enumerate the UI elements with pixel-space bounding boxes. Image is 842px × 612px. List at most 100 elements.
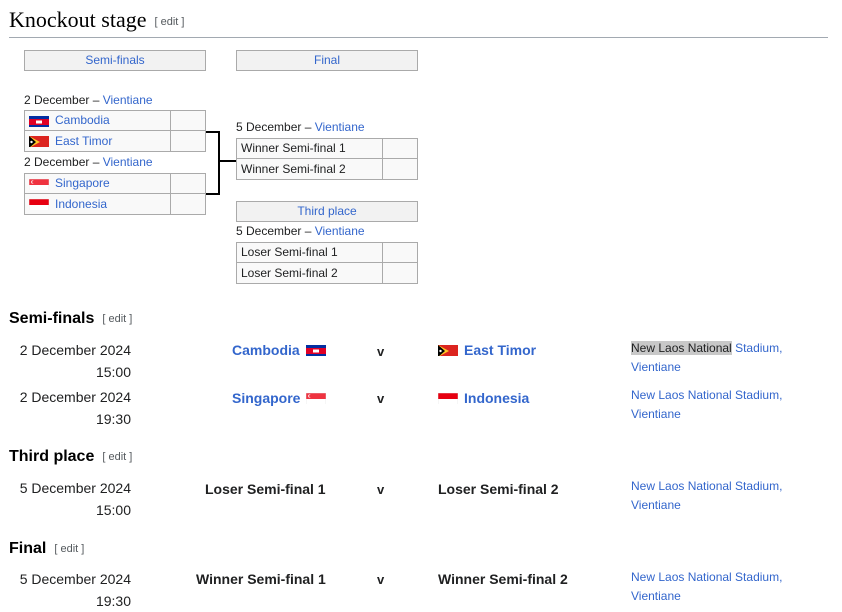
date-separator: – xyxy=(89,93,103,107)
edit-link[interactable]: [ edit ] xyxy=(154,16,184,28)
heading-divider xyxy=(9,37,828,38)
semi1-team-1: Cambodia xyxy=(24,110,206,131)
team-name: Winner Semi-final 1 xyxy=(241,141,346,155)
date-separator: – xyxy=(89,155,103,169)
match-date: 2 December 2024 xyxy=(19,389,131,405)
versus-label: v xyxy=(377,482,385,497)
team-name: Loser Semi-final 2 xyxy=(438,481,559,497)
semi1-venue-link[interactable]: Vientiane xyxy=(103,93,153,107)
match-date: 2 December 2024 xyxy=(19,342,131,358)
section-title: Final xyxy=(9,540,47,557)
match1-venue: New Laos National Stadium, Vientiane xyxy=(631,339,782,377)
section-title: Third place xyxy=(9,448,95,465)
team-link-singapore[interactable]: Singapore xyxy=(232,390,300,406)
score-cell xyxy=(382,243,417,262)
team-name: Loser Semi-final 2 xyxy=(241,265,338,280)
semi1-team-2: East Timor xyxy=(24,131,206,152)
edit-link[interactable]: [ edit ] xyxy=(102,451,132,463)
bracket-connector xyxy=(206,131,220,195)
venue-link[interactable]: New Laos National Stadium, xyxy=(631,479,782,493)
match1-datetime: 2 December 2024 15:00 xyxy=(0,339,131,383)
team-name: Winner Semi-final 2 xyxy=(241,161,346,176)
final-venue-link[interactable]: Vientiane xyxy=(315,120,365,134)
east-timor-flag-icon xyxy=(438,344,458,356)
third-team-1: Loser Semi-final 1 xyxy=(236,242,418,263)
bracket-connector-stem xyxy=(218,160,236,162)
versus-label: v xyxy=(377,391,385,406)
edit-link[interactable]: [ edit ] xyxy=(102,313,132,325)
semi2-venue-link[interactable]: Vientiane xyxy=(103,155,153,169)
match-time: 15:00 xyxy=(95,502,131,518)
city-link[interactable]: Vientiane xyxy=(631,407,681,421)
semis-round-header: Semi-finals xyxy=(24,50,206,71)
semi2-team-1: Singapore xyxy=(24,173,206,194)
singapore-flag-icon xyxy=(306,392,327,404)
indonesia-flag-icon xyxy=(438,392,458,404)
semi2-team-2: Indonesia xyxy=(24,194,206,215)
score-cell xyxy=(170,111,205,130)
city-link[interactable]: Vientiane xyxy=(631,589,681,603)
round-label-semis[interactable]: Semi-finals xyxy=(24,50,206,71)
section-heading: Knockout stage [ edit ] xyxy=(9,7,184,33)
team-link-indonesia[interactable]: Indonesia xyxy=(464,390,529,406)
city-link[interactable]: Vientiane xyxy=(631,360,681,374)
match1-away: East Timor xyxy=(432,342,536,358)
versus-label: v xyxy=(377,572,385,587)
third-venue-link[interactable]: Vientiane xyxy=(315,224,365,238)
team-link-east-timor[interactable]: East Timor xyxy=(55,132,112,151)
date-separator: – xyxy=(301,224,315,238)
round-label-third[interactable]: Third place xyxy=(236,201,418,222)
semi2-match: Singapore Indonesia xyxy=(24,173,206,215)
match-date: 5 December 2024 xyxy=(19,571,131,587)
match2-away: Indonesia xyxy=(432,390,529,406)
match-time: 19:30 xyxy=(95,411,131,427)
third-date: 5 December xyxy=(236,224,302,238)
match3-venue: New Laos National Stadium, Vientiane xyxy=(631,477,782,515)
score-cell xyxy=(170,131,205,151)
city-link[interactable]: Vientiane xyxy=(631,498,681,512)
third-date-line: 5 December – Vientiane xyxy=(236,224,365,238)
team-link-singapore[interactable]: Singapore xyxy=(55,174,110,193)
team-link-east-timor[interactable]: East Timor xyxy=(464,342,536,358)
venue-link[interactable]: New Laos National Stadium, xyxy=(631,388,782,402)
team-name: Loser Semi-final 1 xyxy=(205,481,326,497)
final-round-header: Final xyxy=(236,50,418,71)
semi1-match: Cambodia East Timor xyxy=(24,110,206,152)
match3-away: Loser Semi-final 2 xyxy=(438,481,559,497)
match-date: 5 December 2024 xyxy=(19,480,131,496)
venue-link-rest[interactable]: Stadium, xyxy=(732,341,782,355)
match2-home: Singapore xyxy=(232,390,332,406)
third-team-2: Loser Semi-final 2 xyxy=(236,263,418,284)
cambodia-flag-icon xyxy=(305,344,326,356)
score-cell xyxy=(382,139,417,158)
section-title: Semi-finals xyxy=(9,310,95,327)
edit-link[interactable]: [ edit ] xyxy=(54,543,84,555)
team-link-indonesia[interactable]: Indonesia xyxy=(55,195,107,214)
score-cell xyxy=(170,194,205,214)
match3-home: Loser Semi-final 1 xyxy=(205,481,326,497)
semi2-date-line: 2 December – Vientiane xyxy=(24,155,153,169)
match4-away: Winner Semi-final 2 xyxy=(438,571,568,587)
team-name: Winner Semi-final 1 xyxy=(196,571,326,587)
final-match: Winner Semi-final 1 Winner Semi-final 2 xyxy=(236,138,418,180)
match2-datetime: 2 December 2024 19:30 xyxy=(0,386,131,430)
versus-label: v xyxy=(377,344,385,359)
match4-venue: New Laos National Stadium, Vientiane xyxy=(631,568,782,606)
final-section-heading: Final [ edit ] xyxy=(9,540,84,558)
match-time: 19:30 xyxy=(95,593,131,609)
match3-datetime: 5 December 2024 15:00 xyxy=(0,477,131,521)
score-cell xyxy=(382,263,417,283)
venue-link[interactable]: New Laos National Stadium, xyxy=(631,570,782,584)
team-link-cambodia[interactable]: Cambodia xyxy=(55,111,110,130)
score-cell xyxy=(382,159,417,179)
semi2-date: 2 December xyxy=(24,155,90,169)
venue-link[interactable]: New Laos National xyxy=(631,341,732,355)
round-label-final[interactable]: Final xyxy=(236,50,418,71)
semis-section-heading: Semi-finals [ edit ] xyxy=(9,310,132,328)
match-time: 15:00 xyxy=(95,364,131,380)
semi1-date: 2 December xyxy=(24,93,90,107)
team-link-cambodia[interactable]: Cambodia xyxy=(232,342,300,358)
final-team-1: Winner Semi-final 1 xyxy=(236,138,418,159)
third-match: Loser Semi-final 1 Loser Semi-final 2 xyxy=(236,242,418,284)
east-timor-flag-icon xyxy=(29,135,49,147)
